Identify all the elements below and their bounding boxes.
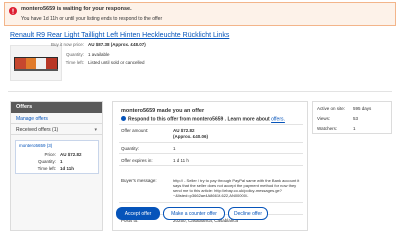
manage-offers-link[interactable]: Manage offers xyxy=(11,113,102,124)
buyer-message-text: http:// - Seller / try to pay through Pa… xyxy=(173,178,300,198)
buy-it-now-label: Buy it now price: xyxy=(50,42,84,47)
offer-expires-value: 1 d 11 h xyxy=(173,158,189,163)
offer-amount-label: Offer amount: xyxy=(121,128,149,133)
panel-divider xyxy=(119,142,303,143)
card-price-value: AU $72.82 xyxy=(60,152,82,157)
info-icon xyxy=(121,116,126,121)
views-label: Views: xyxy=(317,116,331,121)
listing-stats-panel: Active on site: 595 days Views: 53 Watch… xyxy=(312,101,392,134)
panel-divider xyxy=(119,124,303,125)
panel-divider xyxy=(119,153,303,154)
card-time-left-value: 1d 11h xyxy=(60,166,75,171)
learn-offers-link[interactable]: offers. xyxy=(271,117,285,123)
received-offers-label: Received offers (1) xyxy=(16,127,59,133)
accept-offer-button[interactable]: Accept offer xyxy=(116,207,160,220)
active-on-site-label: Active on site: xyxy=(317,106,346,111)
offer-quantity-label: Quantity: xyxy=(121,146,140,151)
card-quantity-label: Quantity: xyxy=(37,159,56,164)
watchers-label: Watchers: xyxy=(317,126,338,131)
watchers-value: 1 xyxy=(353,126,356,131)
warning-icon xyxy=(9,7,17,15)
panel-divider xyxy=(119,165,303,166)
offer-amount-value: AU $72.82 xyxy=(173,128,195,133)
card-quantity-value: 1 xyxy=(60,159,63,164)
received-offers-toggle[interactable]: Received offers (1) ▾ xyxy=(11,124,102,135)
offer-quantity-value: 1 xyxy=(173,146,176,151)
panel-divider xyxy=(119,202,303,203)
buyer-username-link[interactable]: montero5659 (3) xyxy=(19,143,52,148)
respond-instructions: Respond to this offer from montero5659 .… xyxy=(121,116,285,123)
time-left-value: Listed until sold or cancelled xyxy=(88,60,145,65)
active-on-site-value: 595 days xyxy=(353,106,372,111)
offer-expires-label: Offer expires in: xyxy=(121,158,153,163)
listing-thumbnail[interactable] xyxy=(10,45,62,81)
alert-message: You have 1d 11h or until your listing en… xyxy=(21,16,163,22)
quantity-label: Quantity: xyxy=(65,52,84,57)
time-left-label: Time left: xyxy=(65,60,84,65)
offer-amount-approx: (Approx. £40.06) xyxy=(173,134,209,139)
listing-title-link[interactable]: Renault R9 Rear Light Taillight Left Hin… xyxy=(10,32,229,39)
card-time-left-label: Time left: xyxy=(37,166,56,171)
chevron-down-icon: ▾ xyxy=(94,127,97,133)
quantity-value: 1 available xyxy=(88,52,110,57)
taillight-image xyxy=(14,57,58,71)
section-divider xyxy=(8,91,392,92)
offer-card[interactable]: montero5659 (3) Price: AU $72.82 Quantit… xyxy=(15,140,99,174)
counter-offer-button[interactable]: Make a counter offer xyxy=(163,207,225,220)
offers-sidebar: Offers Manage offers Received offers (1)… xyxy=(10,101,103,231)
alert-title: montero5659 is waiting for your response… xyxy=(21,6,132,12)
offers-header: Offers xyxy=(11,102,102,113)
respond-text: Respond to this offer from montero5659 .… xyxy=(128,116,272,123)
buyer-message-label: Buyer's message: xyxy=(121,178,157,183)
decline-offer-button[interactable]: Decline offer xyxy=(228,207,268,220)
pending-offer-alert: montero5659 is waiting for your response… xyxy=(4,2,396,26)
card-price-label: Price: xyxy=(44,152,56,157)
buy-it-now-value: AU $87.38 (Approx. £48.07) xyxy=(88,42,146,47)
views-value: 53 xyxy=(353,116,359,121)
offer-heading: montero5659 made you an offer xyxy=(121,108,205,114)
